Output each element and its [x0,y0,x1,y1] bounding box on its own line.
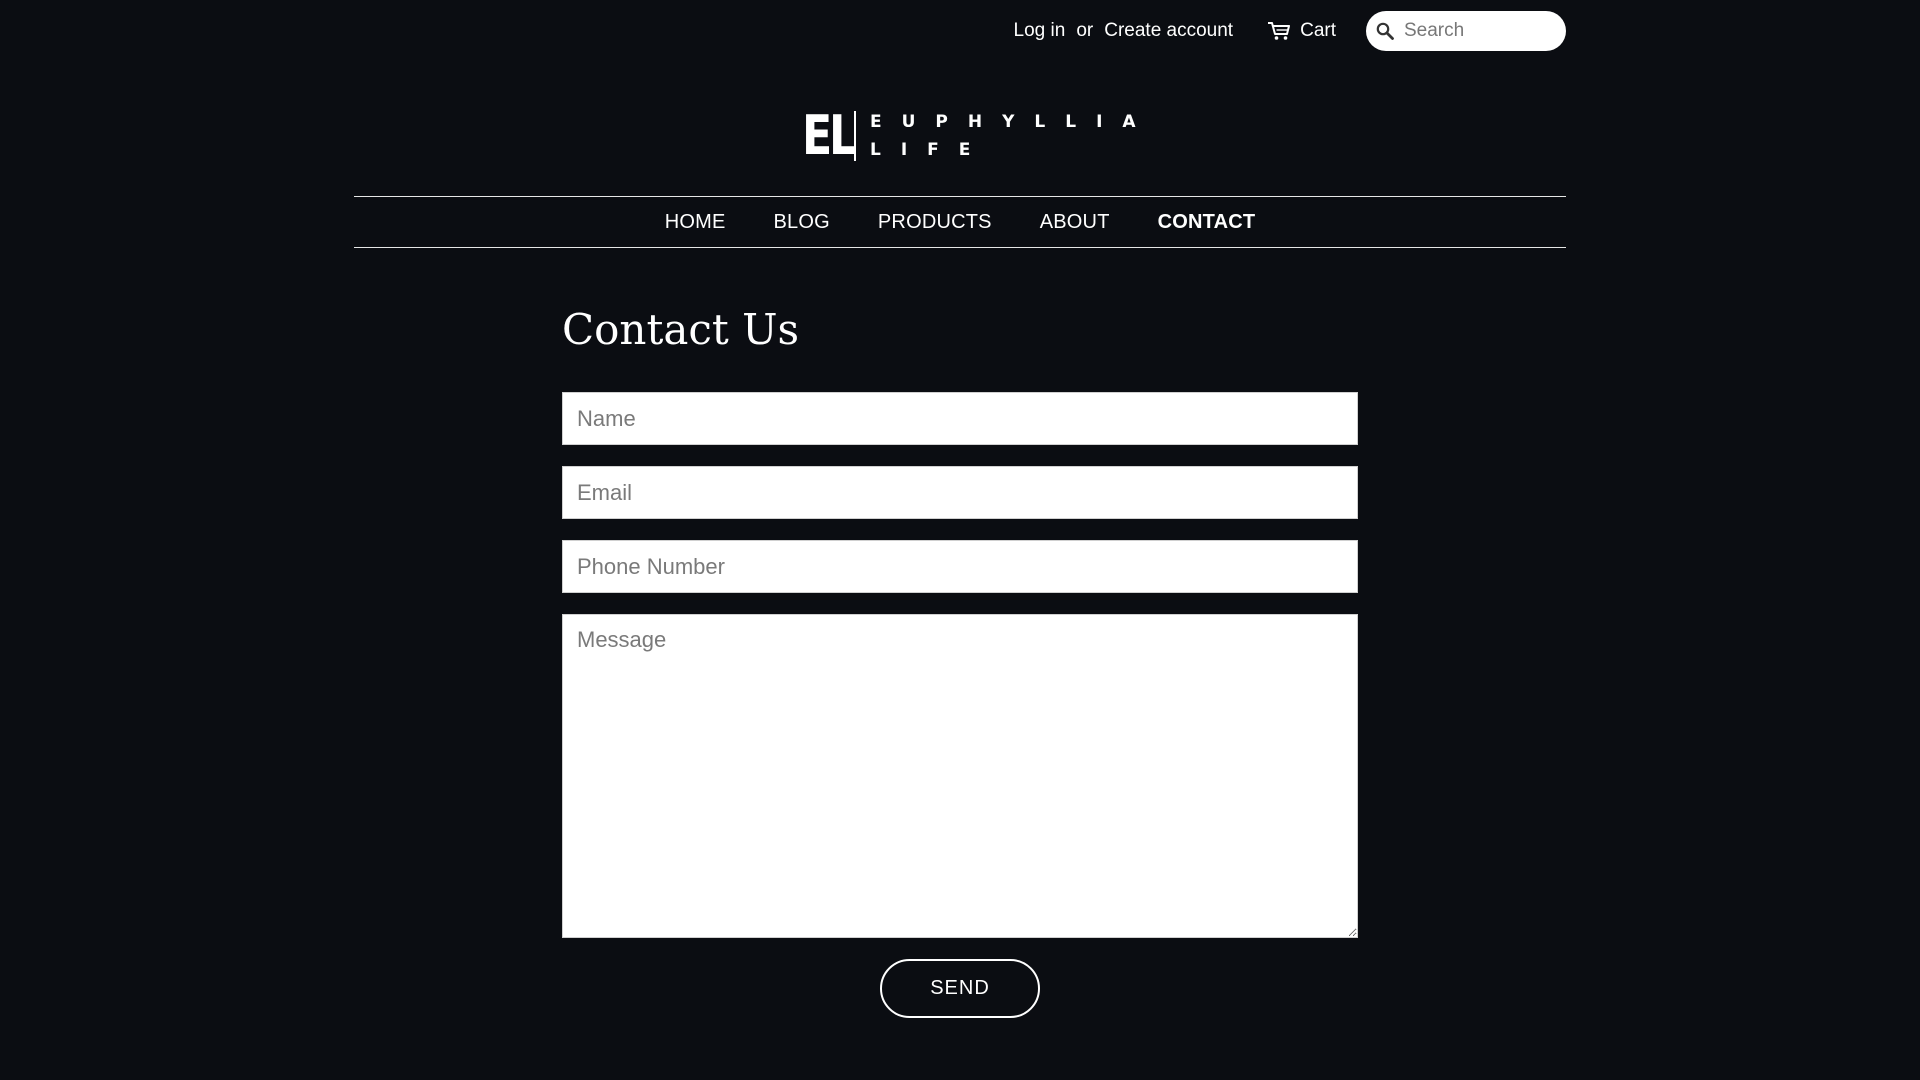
logo-line-1: EUPHYLLIA [870,112,1156,132]
phone-field[interactable] [562,540,1358,593]
page-title: Contact Us [562,305,800,354]
name-field[interactable] [562,392,1358,445]
nav-item-contact[interactable]: CONTACT [1158,211,1256,234]
send-button[interactable]: SEND [880,959,1040,1018]
cart-label: Cart [1300,20,1336,41]
top-bar: Log in or Create account Cart [354,0,1566,62]
cart-icon [1268,22,1291,40]
search-icon[interactable] [1376,22,1394,40]
login-link[interactable]: Log in [1014,20,1066,42]
cart-link[interactable]: Cart [1267,20,1336,42]
search-input[interactable] [1404,20,1554,42]
nav-item-home[interactable]: HOME [665,211,726,234]
nav-item-products[interactable]: PRODUCTS [878,211,992,234]
search-box[interactable] [1366,11,1566,51]
nav-item-blog[interactable]: BLOG [774,211,830,234]
site-logo[interactable]: EL EUPHYLLIA LIFE [802,108,1156,164]
logo-divider [854,111,856,161]
page: Log in or Create account Cart EL EUPHYLL… [0,0,1920,1080]
message-field[interactable] [562,614,1358,938]
main-nav: HOME BLOG PRODUCTS ABOUT CONTACT [354,196,1566,248]
or-text: or [1076,20,1094,41]
email-field[interactable] [562,466,1358,519]
nav-item-about[interactable]: ABOUT [1040,211,1110,234]
create-account-link[interactable]: Create account [1104,20,1233,42]
logo-line-2: LIFE [870,140,991,160]
logo-mark: EL [802,104,857,167]
logo-wordmark: EUPHYLLIA LIFE [870,113,1156,159]
